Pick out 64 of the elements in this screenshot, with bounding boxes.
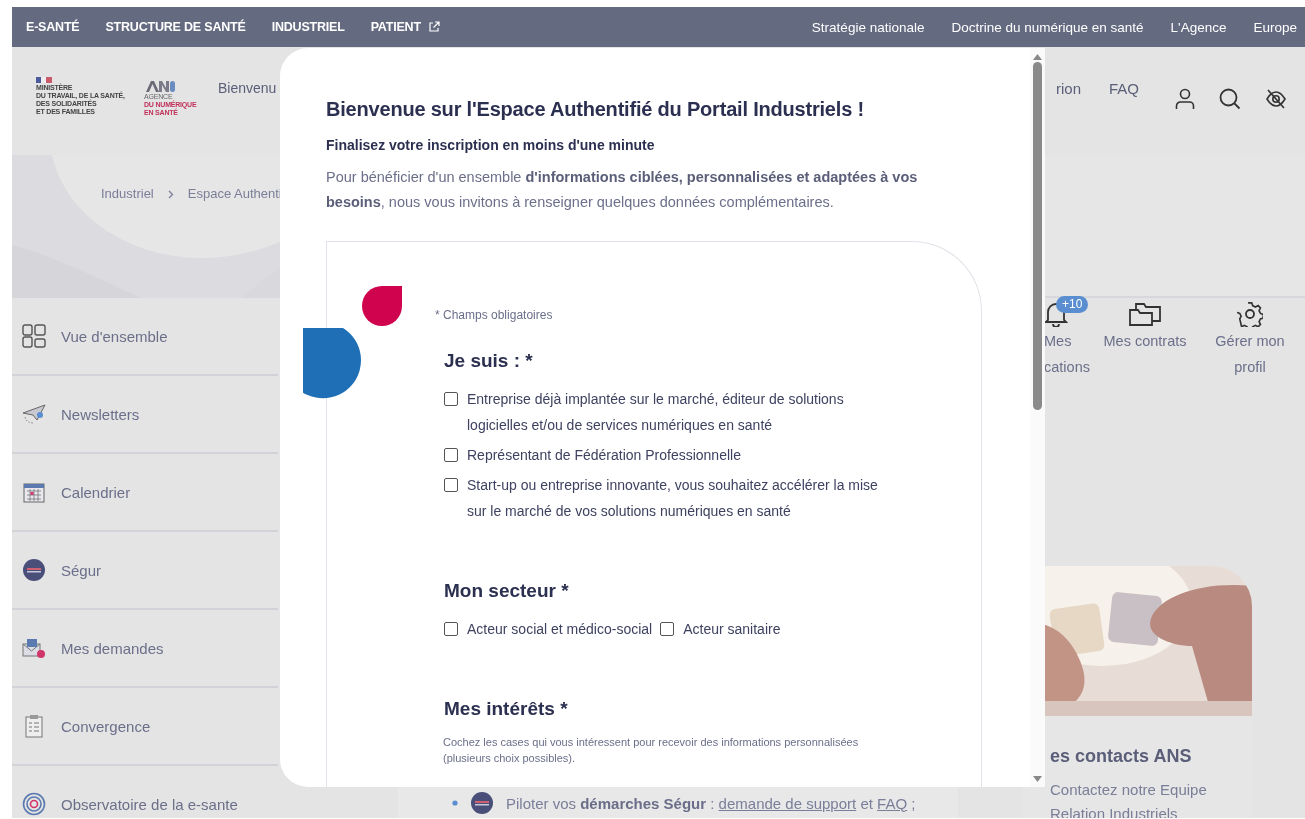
checkbox[interactable] (444, 478, 458, 492)
card-title: es contacts ANS (1050, 745, 1193, 768)
checkbox[interactable] (444, 448, 458, 462)
folders-icon (1128, 301, 1162, 327)
sidebar-item[interactable]: Calendrier (12, 454, 278, 532)
user-icon[interactable] (1175, 88, 1195, 110)
notification-badge: +10 (1056, 296, 1089, 313)
checkbox[interactable] (660, 622, 675, 636)
nav-link[interactable]: L'Agence (1170, 19, 1227, 35)
checkbox-label[interactable]: Start-up ou entreprise innovante, vous souhaitez accélérer la mise sur le marché de vos solutions numériques en santé (467, 472, 887, 524)
gear-icon (1237, 301, 1263, 327)
bullet-icon (452, 800, 458, 806)
checkbox[interactable] (444, 392, 458, 406)
circle-logo-icon (470, 791, 494, 815)
calendar-icon (23, 481, 45, 503)
search-icon[interactable] (1219, 88, 1241, 110)
sidebar-item[interactable]: Convergence (12, 688, 278, 766)
clipboard-icon (24, 714, 44, 738)
envelope-icon (22, 637, 46, 659)
checkbox-label[interactable]: Acteur social et médico-social (467, 616, 653, 642)
nav-link[interactable]: PATIENT (370, 20, 440, 34)
nav-link[interactable]: INDUSTRIEL (271, 20, 345, 34)
intro-text: Pour bénéficier d'un ensemble d'informations ciblées, personnalisées et adaptées à vos besoins, nous vous invitons à renseigner quelques données complémentaires. (326, 168, 919, 212)
breadcrumb-link[interactable]: Industriel (101, 186, 154, 201)
checkbox-label[interactable]: Acteur sanitaire (683, 616, 781, 642)
shortcut-link[interactable]: Gérer mon profil (1200, 300, 1300, 380)
sidebar-item[interactable]: Vue d'ensemble (12, 298, 278, 376)
section-title: Je suis : * (444, 350, 534, 372)
nav-link[interactable]: E-SANTÉ (26, 20, 80, 34)
target-icon (22, 792, 46, 816)
card-text: Contactez notre Equipe (1050, 780, 1208, 800)
checkbox-label[interactable]: Représentant de Fédération Professionnelle (467, 442, 887, 468)
scrollbar-thumb[interactable] (1033, 62, 1042, 410)
required-note: * Champs obligatoires (435, 308, 554, 322)
shortcut-link[interactable]: Mes contrats (1090, 300, 1200, 380)
sidebar-item[interactable]: Newsletters (12, 376, 278, 454)
paper-plane-icon (22, 403, 46, 425)
grid-icon (22, 324, 46, 348)
checkbox[interactable] (444, 622, 458, 636)
link[interactable]: demande de support (718, 794, 857, 812)
hint-text: Cochez les cases qui vous intéressent pour recevoir des informations personnalisées (plusieurs choix possibles). (443, 735, 860, 766)
sidebar-item[interactable]: Ségur (12, 532, 278, 610)
nav-link[interactable]: rion (1055, 80, 1081, 97)
link[interactable]: FAQ (877, 794, 908, 812)
nav-link[interactable]: Doctrine du numérique en santé (951, 19, 1144, 35)
eye-slash-icon[interactable] (1265, 89, 1287, 109)
scroll-down-arrow[interactable] (1033, 776, 1042, 782)
chevron-right-icon (167, 189, 174, 199)
section-title: Mes intérêts * (444, 698, 569, 720)
modal-title: Bienvenue sur l'Espace Authentifié du Portail Industriels ! (326, 98, 865, 121)
sidebar-item[interactable]: Mes demandes (12, 610, 278, 688)
interest-text: Piloter vos démarches Ségur : demande de support et FAQ ; (506, 794, 916, 812)
sidebar-item[interactable]: Observatoire de la e-sante (12, 766, 278, 819)
nav-link[interactable]: Europe (1253, 19, 1297, 35)
scrollbar[interactable] (1030, 48, 1045, 787)
nav-link[interactable]: FAQ (1109, 80, 1139, 97)
section-title: Mon secteur * (444, 580, 570, 602)
scroll-up-arrow[interactable] (1033, 54, 1042, 60)
nav-link[interactable]: STRUCTURE DE SANTÉ (105, 20, 246, 34)
checkbox-label[interactable]: Entreprise déjà implantée sur le marché, éditeur de solutions logicielles et/ou de services numériques en santé (467, 386, 887, 438)
nav-link[interactable]: Bienvenu (218, 80, 277, 96)
nav-link[interactable]: Stratégie nationale (811, 19, 925, 35)
modal-subtitle: Finalisez votre inscription en moins d'une minute (326, 137, 656, 153)
circle-logo-icon (22, 558, 46, 582)
